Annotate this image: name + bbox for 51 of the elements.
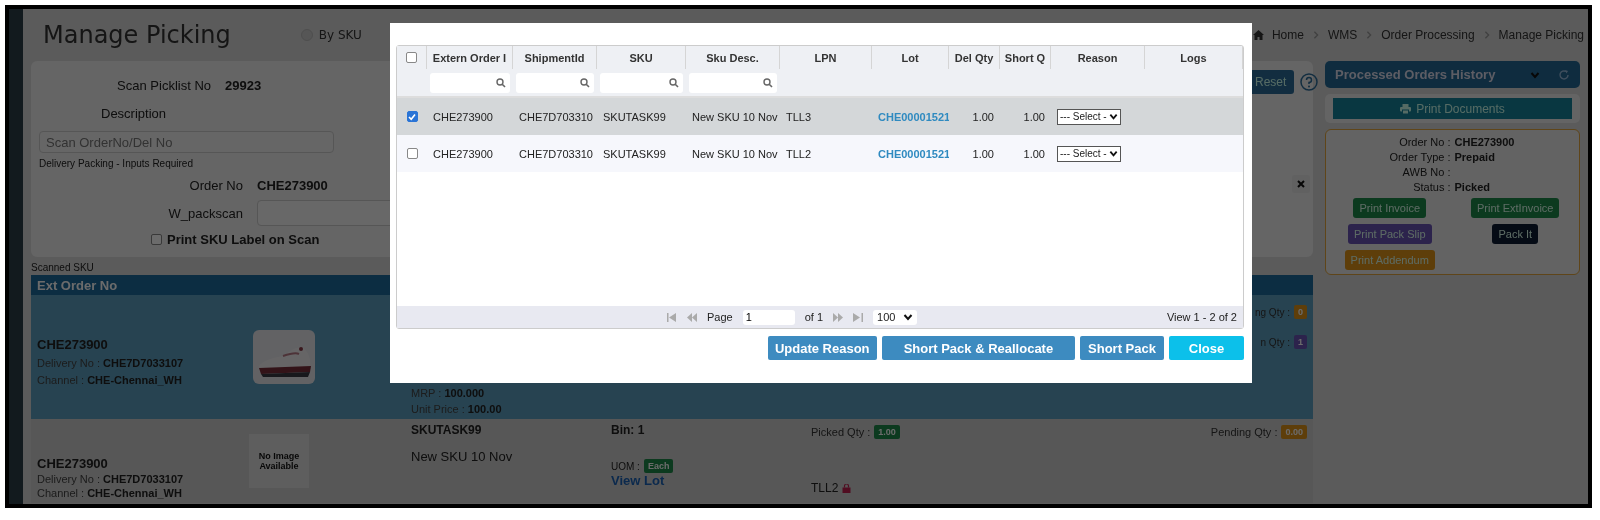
history-title: Processed Orders History	[1335, 67, 1496, 82]
picked-qty-label: Picked Qty :	[811, 426, 871, 438]
table-cell: CHE7D703310	[519, 147, 593, 160]
order-no-value: CHE273900	[257, 177, 328, 193]
table-cell: 1.00	[1023, 147, 1045, 160]
no-image-placeholder: No Image Available	[249, 434, 309, 488]
picklist-value: 29923	[225, 77, 262, 93]
qty-badge: 1	[1294, 335, 1307, 349]
detail-label: Order No :	[1398, 135, 1451, 148]
table-cell: 1.00	[972, 110, 994, 123]
delivery-number: Delivery No : CHE7D7033107	[37, 473, 185, 485]
uom-label: UOM :	[611, 460, 640, 472]
lpn-text: TLL2	[811, 481, 839, 495]
channel-text: Channel : CHE-Chennai_WH	[37, 487, 183, 499]
detail-label: Status :	[1412, 180, 1451, 193]
table-cell: 1.00	[972, 147, 994, 160]
sku-code: SKUTASK99	[411, 423, 483, 437]
detail-label: Order Type :	[1388, 150, 1451, 163]
detail-value: CHE273900	[1454, 135, 1516, 148]
picked-qty-badge: 1.00	[874, 425, 900, 439]
page-title: Manage Picking	[43, 21, 231, 49]
uom-badge: Each	[643, 459, 674, 473]
description-label: Description	[101, 105, 167, 121]
section-legend: Scanned SKU	[31, 262, 1313, 273]
table-cell: CHE273900	[433, 147, 493, 160]
table-cell: CHE7D703310	[519, 110, 593, 123]
page-count: of 1	[804, 311, 824, 323]
table-cell: SKUTASK99	[603, 110, 666, 123]
table-cell: 1.00	[1023, 110, 1045, 123]
table-cell: CHE273900	[433, 110, 493, 123]
bin-text: Bin: 1	[611, 423, 646, 437]
table-cell: TLL2	[786, 147, 812, 160]
order-number: CHE273900	[37, 456, 109, 471]
detail-label: AWB No :	[1401, 165, 1451, 178]
table-cell: SKUTASK99	[603, 147, 666, 160]
packscan-label: W_packscan	[167, 205, 243, 221]
page-label: Page	[707, 311, 733, 323]
order-number: CHE273900	[37, 336, 109, 352]
order-no-label: Order No	[188, 177, 243, 193]
checkbox-label: Print SKU Label on Scan	[167, 231, 320, 247]
detail-value: Picked	[1454, 180, 1491, 193]
pending-qty-badge: 0.00	[1281, 425, 1307, 439]
picklist-label: Scan Picklist No	[116, 77, 211, 93]
detail-value: Prepaid	[1454, 150, 1496, 163]
table-cell: New SKU 10 Nov	[692, 110, 778, 123]
table-cell: New SKU 10 Nov	[692, 147, 778, 160]
record-count: View 1 - 2 of 2	[1166, 311, 1237, 323]
qty-badge: 0	[1294, 305, 1307, 319]
pending-qty-label: Pending Qty :	[1210, 426, 1278, 438]
table-cell: TLL3	[786, 110, 812, 123]
sku-description: New SKU 10 Nov	[411, 449, 514, 464]
